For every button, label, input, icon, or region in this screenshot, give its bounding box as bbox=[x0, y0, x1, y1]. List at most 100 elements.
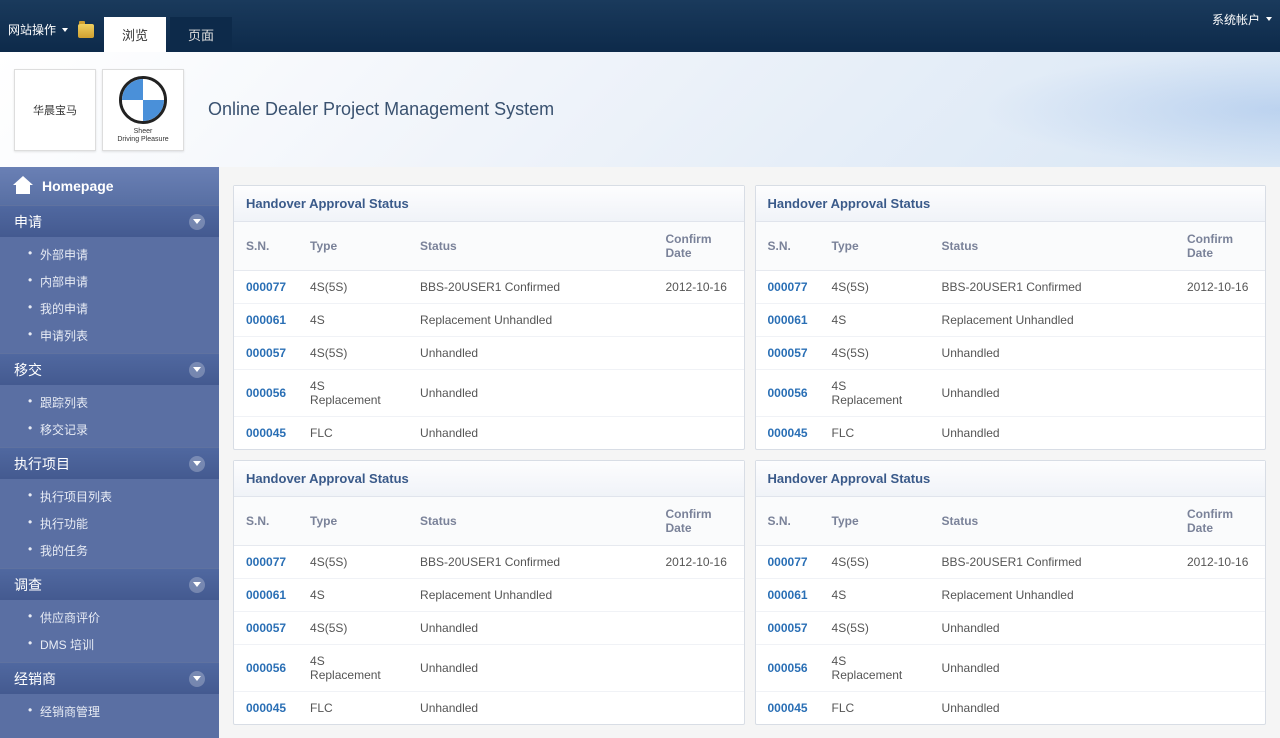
sidebar-section-head[interactable]: 经销商 bbox=[0, 662, 219, 694]
cell-date bbox=[654, 304, 744, 337]
cell-type: FLC bbox=[820, 417, 930, 450]
cell-status: Unhandled bbox=[930, 337, 1175, 370]
column-header: Confirm Date bbox=[1175, 222, 1265, 271]
sidebar-section-head[interactable]: 执行项目 bbox=[0, 447, 219, 479]
sn-link[interactable]: 000057 bbox=[246, 346, 286, 360]
handover-panel: Handover Approval StatusS.N.TypeStatusCo… bbox=[233, 185, 745, 450]
column-header: S.N. bbox=[234, 222, 298, 271]
handover-panel: Handover Approval StatusS.N.TypeStatusCo… bbox=[755, 185, 1267, 450]
sidebar-item[interactable]: DMS 培训 bbox=[0, 631, 219, 658]
sidebar-section-title: 移交 bbox=[14, 360, 42, 380]
sn-link[interactable]: 000061 bbox=[246, 588, 286, 602]
table-row: 000045FLCUnhandled bbox=[756, 692, 1266, 725]
sidebar-item[interactable]: 我的任务 bbox=[0, 537, 219, 564]
sn-link[interactable]: 000057 bbox=[768, 346, 808, 360]
cell-date bbox=[1175, 337, 1265, 370]
chevron-down-icon bbox=[189, 456, 205, 472]
chevron-down-icon bbox=[189, 214, 205, 230]
table-row: 0000614SReplacement Unhandled bbox=[234, 304, 744, 337]
cell-status: BBS-20USER1 Confirmed bbox=[408, 546, 653, 579]
tab-browse[interactable]: 浏览 bbox=[104, 17, 166, 52]
table-row: 0000774S(5S)BBS-20USER1 Confirmed2012-10… bbox=[756, 271, 1266, 304]
table-row: 0000614SReplacement Unhandled bbox=[756, 304, 1266, 337]
sidebar-item[interactable]: 经销商管理 bbox=[0, 698, 219, 725]
column-header: Type bbox=[820, 222, 930, 271]
handover-table: S.N.TypeStatusConfirm Date0000774S(5S)BB… bbox=[234, 222, 744, 449]
sidebar-section-head[interactable]: 调查 bbox=[0, 568, 219, 600]
sidebar-item[interactable]: 我的申请 bbox=[0, 295, 219, 322]
table-row: 0000614SReplacement Unhandled bbox=[756, 579, 1266, 612]
sidebar-item[interactable]: 执行项目列表 bbox=[0, 483, 219, 510]
column-header: Type bbox=[820, 497, 930, 546]
sn-link[interactable]: 000057 bbox=[246, 621, 286, 635]
site-actions-menu[interactable]: 网站操作 bbox=[8, 21, 68, 52]
cell-status: Replacement Unhandled bbox=[930, 304, 1175, 337]
topbar: 网站操作 浏览 页面 系统帐户 bbox=[0, 0, 1280, 52]
content: Handover Approval StatusS.N.TypeStatusCo… bbox=[219, 167, 1280, 738]
cell-date bbox=[654, 692, 744, 725]
table-row: 0000774S(5S)BBS-20USER1 Confirmed2012-10… bbox=[234, 271, 744, 304]
column-header: Status bbox=[930, 497, 1175, 546]
homepage-label: Homepage bbox=[42, 178, 114, 194]
folder-icon[interactable] bbox=[78, 24, 94, 38]
cell-status: Unhandled bbox=[408, 692, 653, 725]
cell-type: 4S Replacement bbox=[820, 645, 930, 692]
sidebar-item[interactable]: 内部申请 bbox=[0, 268, 219, 295]
sn-link[interactable]: 000045 bbox=[768, 701, 808, 715]
sn-link[interactable]: 000061 bbox=[246, 313, 286, 327]
cell-date bbox=[1175, 645, 1265, 692]
sn-link[interactable]: 000077 bbox=[246, 555, 286, 569]
column-header: Type bbox=[298, 497, 408, 546]
cell-status: Replacement Unhandled bbox=[930, 579, 1175, 612]
sn-link[interactable]: 000045 bbox=[246, 701, 286, 715]
panel-title: Handover Approval Status bbox=[756, 461, 1266, 497]
bmw-roundel-icon bbox=[119, 76, 167, 124]
cell-date bbox=[1175, 579, 1265, 612]
sn-link[interactable]: 000077 bbox=[768, 555, 808, 569]
brand-logo-text: 华晨宝马 bbox=[14, 69, 96, 151]
cell-date bbox=[654, 612, 744, 645]
sn-link[interactable]: 000077 bbox=[246, 280, 286, 294]
cell-type: 4S Replacement bbox=[820, 370, 930, 417]
sidebar-item[interactable]: 供应商评价 bbox=[0, 604, 219, 631]
cell-type: 4S bbox=[298, 304, 408, 337]
sidebar: Homepage 申请外部申请内部申请我的申请申请列表移交跟踪列表移交记录执行项… bbox=[0, 167, 219, 738]
tab-page[interactable]: 页面 bbox=[170, 17, 232, 52]
table-row: 0000574S(5S)Unhandled bbox=[234, 337, 744, 370]
bmw-logo: Sheer Driving Pleasure bbox=[102, 69, 184, 151]
sidebar-item[interactable]: 申请列表 bbox=[0, 322, 219, 349]
cell-date bbox=[654, 645, 744, 692]
panel-title: Handover Approval Status bbox=[756, 186, 1266, 222]
cell-date: 2012-10-16 bbox=[654, 546, 744, 579]
sidebar-item[interactable]: 跟踪列表 bbox=[0, 389, 219, 416]
cell-status: Replacement Unhandled bbox=[408, 579, 653, 612]
sn-link[interactable]: 000061 bbox=[768, 313, 808, 327]
cell-status: Unhandled bbox=[408, 370, 653, 417]
sidebar-section-head[interactable]: 申请 bbox=[0, 205, 219, 237]
sn-link[interactable]: 000045 bbox=[768, 426, 808, 440]
sn-link[interactable]: 000045 bbox=[246, 426, 286, 440]
table-row: 0000564S ReplacementUnhandled bbox=[756, 370, 1266, 417]
cell-date bbox=[1175, 304, 1265, 337]
handover-panel: Handover Approval StatusS.N.TypeStatusCo… bbox=[755, 460, 1267, 725]
panel-title: Handover Approval Status bbox=[234, 186, 744, 222]
sidebar-item[interactable]: 移交记录 bbox=[0, 416, 219, 443]
sn-link[interactable]: 000056 bbox=[246, 386, 286, 400]
sn-link[interactable]: 000061 bbox=[768, 588, 808, 602]
sidebar-section-head[interactable]: 移交 bbox=[0, 353, 219, 385]
cell-status: Unhandled bbox=[930, 612, 1175, 645]
cell-status: Unhandled bbox=[408, 612, 653, 645]
account-menu[interactable]: 系统帐户 bbox=[1212, 11, 1272, 42]
sn-link[interactable]: 000056 bbox=[246, 661, 286, 675]
sn-link[interactable]: 000057 bbox=[768, 621, 808, 635]
sidebar-homepage[interactable]: Homepage bbox=[0, 167, 219, 205]
cell-type: 4S(5S) bbox=[820, 271, 930, 304]
sidebar-item[interactable]: 外部申请 bbox=[0, 241, 219, 268]
sidebar-item[interactable]: 执行功能 bbox=[0, 510, 219, 537]
sn-link[interactable]: 000077 bbox=[768, 280, 808, 294]
table-row: 0000564S ReplacementUnhandled bbox=[756, 645, 1266, 692]
column-header: Confirm Date bbox=[654, 222, 744, 271]
sn-link[interactable]: 000056 bbox=[768, 661, 808, 675]
cell-status: BBS-20USER1 Confirmed bbox=[930, 546, 1175, 579]
sn-link[interactable]: 000056 bbox=[768, 386, 808, 400]
